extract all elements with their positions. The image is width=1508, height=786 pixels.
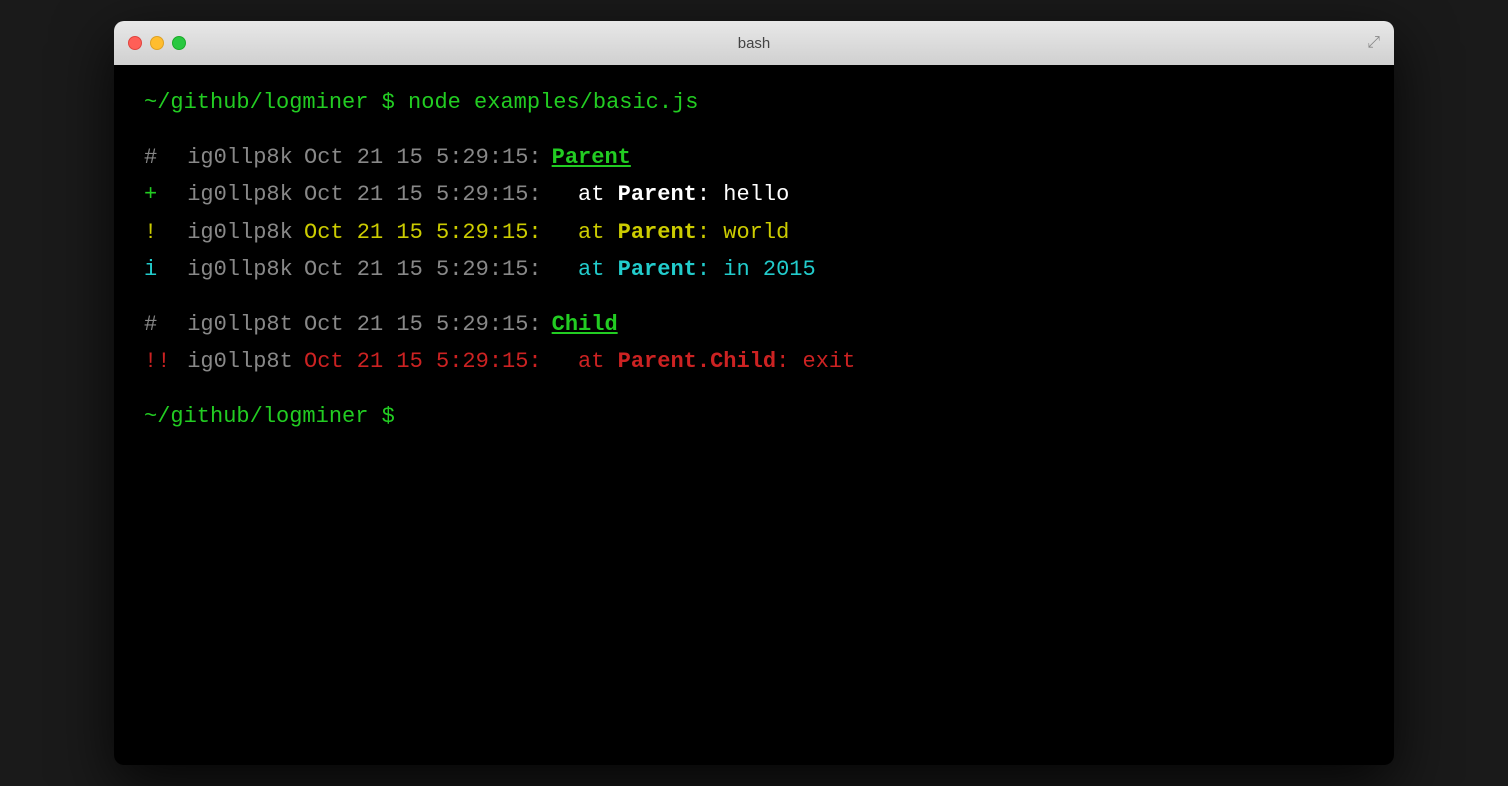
log-block-parent: # ig0llp8k Oct 21 15 5:29:15: Parent + i… [144,140,1364,287]
msg-hello: at Parent: hello [552,177,790,212]
prefix-i-1: i [144,252,174,287]
log-block-child: # ig0llp8t Oct 21 15 5:29:15: Child !! i… [144,307,1364,379]
log-line-3: ! ig0llp8k Oct 21 15 5:29:15: at Parent:… [144,215,1364,250]
id-5: ig0llp8t [174,307,304,342]
minimize-button[interactable] [150,36,164,50]
timestamp-6: Oct 21 15 5:29:15: [304,344,542,379]
msg-in2015: at Parent: in 2015 [552,252,816,287]
timestamp-5: Oct 21 15 5:29:15: [304,307,542,342]
timestamp-3: Oct 21 15 5:29:15: [304,215,542,250]
window-title: bash [738,35,771,52]
terminal-body[interactable]: ~/github/logminer $ node examples/basic.… [114,65,1394,765]
timestamp-1: Oct 21 15 5:29:15: [304,140,542,175]
id-2: ig0llp8k [174,177,304,212]
final-prompt: ~/github/logminer $ [144,399,1364,434]
id-1: ig0llp8k [174,140,304,175]
label-child: Child [552,307,618,342]
close-button[interactable] [128,36,142,50]
msg-exit: at Parent.Child: exit [552,344,856,379]
log-line-6: !! ig0llp8t Oct 21 15 5:29:15: at Parent… [144,344,1364,379]
label-parent: Parent [552,140,631,175]
prefix-dblexcl-1: !! [144,344,174,379]
titlebar: bash ⤢ [114,21,1394,65]
prefix-plus-1: + [144,177,174,212]
id-4: ig0llp8k [174,252,304,287]
id-6: ig0llp8t [174,344,304,379]
traffic-lights [128,36,186,50]
msg-world: at Parent: world [552,215,790,250]
timestamp-2: Oct 21 15 5:29:15: [304,177,542,212]
log-line-5: # ig0llp8t Oct 21 15 5:29:15: Child [144,307,1364,342]
log-line-1: # ig0llp8k Oct 21 15 5:29:15: Parent [144,140,1364,175]
prefix-hash-2: # [144,307,174,342]
command-line: ~/github/logminer $ node examples/basic.… [144,85,1364,120]
maximize-button[interactable] [172,36,186,50]
log-line-2: + ig0llp8k Oct 21 15 5:29:15: at Parent:… [144,177,1364,212]
prefix-hash-1: # [144,140,174,175]
fullscreen-icon[interactable]: ⤢ [1367,34,1380,52]
id-3: ig0llp8k [174,215,304,250]
terminal-window: bash ⤢ ~/github/logminer $ node examples… [114,21,1394,765]
log-line-4: i ig0llp8k Oct 21 15 5:29:15: at Parent:… [144,252,1364,287]
prefix-excl-1: ! [144,215,174,250]
timestamp-4: Oct 21 15 5:29:15: [304,252,542,287]
